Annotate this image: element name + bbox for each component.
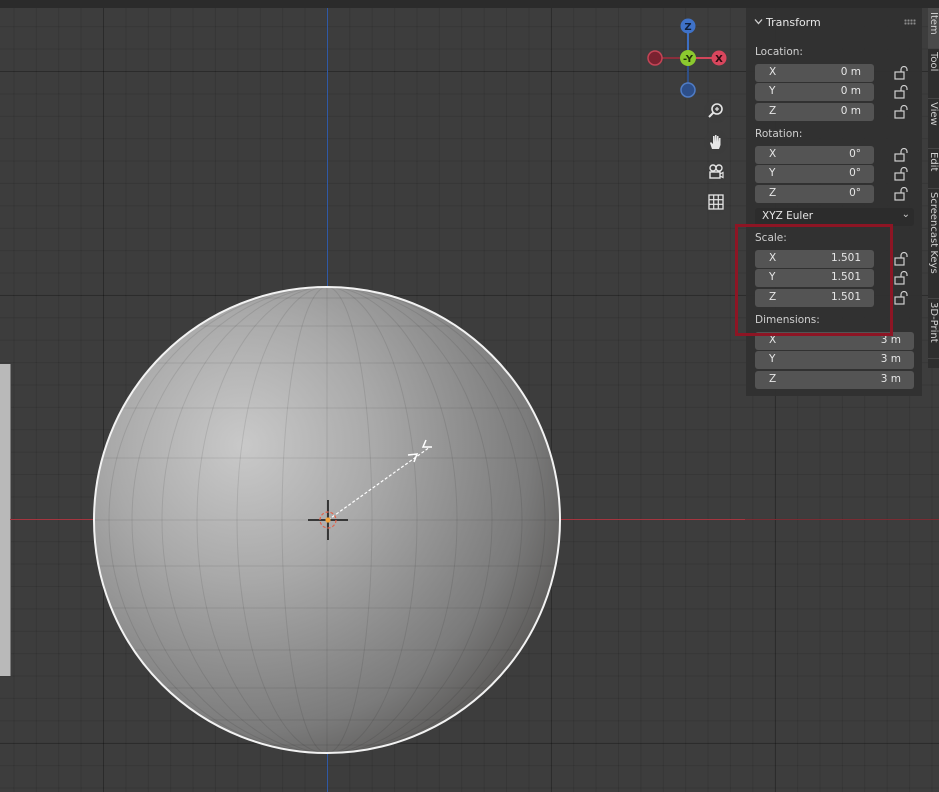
x-axis-line-under-panel bbox=[745, 519, 939, 520]
grid-icon bbox=[708, 194, 724, 210]
tab-label: 3D-Print bbox=[928, 302, 939, 343]
zoom-icon bbox=[708, 103, 723, 118]
sidebar-tabs: Item Tool View Edit Screencast Keys 3D-P… bbox=[928, 8, 939, 368]
hand-icon bbox=[710, 135, 721, 149]
rotation-mode-value: XYZ Euler bbox=[762, 210, 814, 222]
tab-screencast-keys[interactable]: Screencast Keys bbox=[928, 188, 939, 299]
location-z-field[interactable]: Z 0 m bbox=[755, 103, 874, 121]
tab-tool[interactable]: Tool bbox=[928, 48, 939, 99]
pan-button[interactable] bbox=[704, 130, 728, 154]
axis-label: Y bbox=[769, 353, 776, 365]
gizmo-x-label: X bbox=[715, 54, 723, 65]
field-value: 3 m bbox=[880, 373, 901, 385]
field-value: 0° bbox=[849, 187, 861, 199]
toolbar-edge[interactable] bbox=[0, 364, 11, 676]
axis-label: Y bbox=[769, 167, 776, 179]
axis-label: Z bbox=[769, 105, 777, 117]
gizmo-y-label: -Y bbox=[683, 54, 694, 65]
camera-view-button[interactable] bbox=[704, 160, 728, 184]
chevron-down-icon: ⌄ bbox=[901, 209, 910, 220]
tab-view[interactable]: View bbox=[928, 98, 939, 149]
axis-label: Z bbox=[769, 373, 777, 385]
lock-icon[interactable] bbox=[893, 105, 909, 119]
tab-edit[interactable]: Edit bbox=[928, 148, 939, 189]
tab-3d-print[interactable]: 3D-Print bbox=[928, 298, 939, 359]
tab-label: Screencast Keys bbox=[928, 192, 939, 274]
dimensions-z-field[interactable]: Z 3 m bbox=[755, 371, 914, 389]
drag-handle-icon[interactable] bbox=[904, 19, 916, 25]
tab-label: Edit bbox=[928, 152, 939, 172]
field-value: 0° bbox=[849, 167, 861, 179]
field-value: 0 m bbox=[840, 66, 861, 78]
axis-label: Y bbox=[769, 85, 776, 97]
camera-icon bbox=[709, 164, 724, 179]
tab-label: Item bbox=[928, 12, 939, 35]
field-value: 0 m bbox=[840, 105, 861, 117]
scale-highlight-box bbox=[735, 224, 893, 336]
rotation-label: Rotation: bbox=[755, 128, 803, 140]
transform-panel: Transform Location: X 0 m Y 0 m Z 0 m Rotat… bbox=[746, 8, 922, 396]
navigation-gizmo[interactable]: Z X -Y bbox=[644, 14, 734, 104]
top-bar bbox=[0, 0, 939, 8]
ortho-toggle-button[interactable] bbox=[704, 190, 728, 214]
axis-label: X bbox=[769, 148, 777, 160]
field-value: 0 m bbox=[840, 85, 861, 97]
lock-icon[interactable] bbox=[893, 85, 909, 99]
gizmo-z-label: Z bbox=[684, 22, 691, 33]
lock-icon[interactable] bbox=[893, 148, 909, 162]
rotation-z-field[interactable]: Z 0° bbox=[755, 185, 874, 203]
rotation-y-field[interactable]: Y 0° bbox=[755, 165, 874, 183]
lock-icon[interactable] bbox=[893, 187, 909, 201]
location-label: Location: bbox=[755, 46, 803, 58]
dimensions-y-field[interactable]: Y 3 m bbox=[755, 351, 914, 369]
location-x-field[interactable]: X 0 m bbox=[755, 64, 874, 82]
rotation-x-field[interactable]: X 0° bbox=[755, 146, 874, 164]
field-value: 3 m bbox=[880, 353, 901, 365]
lock-icon[interactable] bbox=[893, 167, 909, 181]
zoom-button[interactable] bbox=[704, 99, 728, 123]
lock-icon[interactable] bbox=[893, 271, 909, 285]
scale-cursor bbox=[308, 439, 432, 540]
tab-item[interactable]: Item bbox=[928, 8, 939, 49]
location-y-field[interactable]: Y 0 m bbox=[755, 83, 874, 101]
lock-icon[interactable] bbox=[893, 252, 909, 266]
transform-header[interactable]: Transform bbox=[754, 16, 821, 29]
transform-title: Transform bbox=[766, 16, 821, 29]
axis-label: Z bbox=[769, 187, 777, 199]
tab-label: View bbox=[928, 102, 939, 126]
axis-label: X bbox=[769, 66, 777, 78]
chevron-down-icon bbox=[754, 16, 766, 29]
lock-icon[interactable] bbox=[893, 291, 909, 305]
field-value: 0° bbox=[849, 148, 861, 160]
tab-label: Tool bbox=[928, 52, 939, 72]
lock-icon[interactable] bbox=[893, 66, 909, 80]
